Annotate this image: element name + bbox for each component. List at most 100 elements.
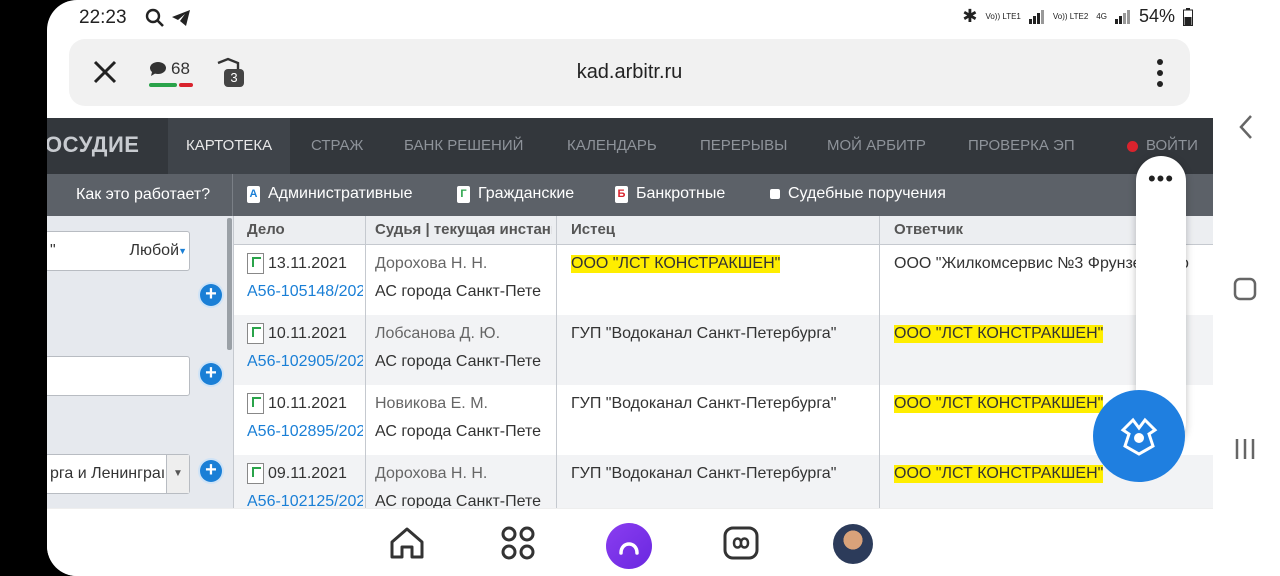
browser-bottom-bar <box>47 508 1213 576</box>
url-text[interactable]: kad.arbitr.ru <box>69 61 1190 84</box>
add-participant-button[interactable]: + <box>200 284 222 306</box>
filter-administrative-label: Административные <box>268 185 413 202</box>
chevron-down-icon: ▼ <box>178 246 187 256</box>
plaintiff-name[interactable]: ГУП "Водоканал Санкт-Петербурга" <box>571 465 836 483</box>
more-vert-icon[interactable] <box>1154 57 1166 89</box>
nav-bank-resheniy[interactable]: БАНК РЕШЕНИЙ <box>404 137 523 154</box>
case-date: 10.11.2021 <box>268 325 347 342</box>
defendant-name[interactable]: ООО "ЛСТ КОНСТРАКШЕН" <box>894 395 1104 413</box>
nav-kartoteka[interactable]: КАРТОТЕКА <box>168 118 291 174</box>
administrative-icon: А <box>247 185 260 203</box>
nav-proverka-ep[interactable]: ПРОВЕРКА ЭП <box>968 137 1075 154</box>
bluetooth-icon: ✱ <box>962 6 978 26</box>
login-label: ВОЙТИ <box>1146 137 1198 154</box>
court-name: АС города Санкт-Петербурга <box>375 283 542 300</box>
login-link[interactable]: ВОЙТИ <box>1127 137 1198 154</box>
tabs-switcher-icon[interactable] <box>721 523 761 563</box>
participant-role-select[interactable]: " Любой ▼ <box>47 231 190 271</box>
civil-icon: Г <box>457 185 470 203</box>
civil-case-icon <box>247 253 264 274</box>
case-date: 13.11.2021 <box>268 255 347 272</box>
nav-pereryvy[interactable]: ПЕРЕРЫВЫ <box>700 137 787 154</box>
col-case[interactable]: Дело <box>247 221 285 238</box>
filter-bankruptcy[interactable]: Б Банкротные <box>615 185 725 203</box>
site-logo[interactable]: ОСУДИЕ <box>47 132 139 158</box>
back-icon[interactable] <box>1213 112 1280 142</box>
court-select-value: рга и Ленинграı <box>50 465 166 482</box>
filter-administrative[interactable]: А Административные <box>247 185 413 203</box>
system-nav-bar <box>1213 0 1280 576</box>
search-icon <box>145 8 164 27</box>
nav-moy-arbitr[interactable]: МОЙ АРБИТР <box>827 137 926 154</box>
case-date: 09.11.2021 <box>268 465 347 482</box>
checkbox-icon <box>770 189 780 199</box>
field-value: " <box>50 242 56 259</box>
court-name: АС города Санкт-Петербурга <box>375 353 542 370</box>
phone-screen: 22:23 ✱ Vo)) LTE1 Vo)) LTE2 4G 54% 68 3 … <box>47 0 1213 576</box>
status-notification-icons <box>145 8 191 28</box>
table-row[interactable]: 10.11.2021 А56-102905/2021 Лобсанова Д. Ю.… <box>234 315 1213 386</box>
status-bar: 22:23 ✱ Vo)) LTE1 Vo)) LTE2 4G 54% <box>47 0 1213 34</box>
divider <box>365 216 366 508</box>
status-time: 22:23 <box>79 7 127 28</box>
nav-calendar[interactable]: КАЛЕНДАРЬ <box>567 137 657 154</box>
recent-apps-icon[interactable] <box>1213 434 1280 464</box>
lte2-label: Vo)) LTE2 <box>1052 12 1089 21</box>
nav-strazh[interactable]: СТРАЖ <box>311 137 363 154</box>
lte1-label: Vo)) LTE1 <box>985 12 1021 21</box>
apps-grid-icon[interactable] <box>498 523 538 563</box>
login-dot-icon <box>1127 140 1138 152</box>
more-icon[interactable]: ••• <box>1136 166 1186 192</box>
add-court-button[interactable]: + <box>200 460 222 482</box>
divider <box>879 216 880 508</box>
col-plaintiff[interactable]: Истец <box>571 221 615 238</box>
court-orders-label: Судебные поручения <box>788 185 946 202</box>
court-name: АС города Санкт-Петербурга <box>375 423 542 440</box>
battery-percent: 54% <box>1138 6 1175 26</box>
plaintiff-name[interactable]: ГУП "Водоканал Санкт-Петербурга" <box>571 395 836 413</box>
judge-name: Новикова Е. М. <box>375 395 488 412</box>
website-content: ОСУДИЕ КАРТОТЕКА СТРАЖ БАНК РЕШЕНИЙ КАЛЕ… <box>47 118 1213 526</box>
plaintiff-name[interactable]: ООО "ЛСТ КОНСТРАКШЕН" <box>571 255 781 273</box>
avatar[interactable] <box>833 524 873 564</box>
add-judge-button[interactable]: + <box>200 363 222 385</box>
bankruptcy-icon: Б <box>615 185 628 203</box>
plaintiff-name[interactable]: ГУП "Водоканал Санкт-Петербурга" <box>571 325 836 343</box>
civil-case-icon <box>247 393 264 414</box>
case-number-link[interactable]: А56-102905/2021 <box>247 353 363 371</box>
filter-civil-label: Гражданские <box>478 185 575 202</box>
defendant-name[interactable]: ООО "ЛСТ КОНСТРАКШЕН" <box>894 325 1104 343</box>
col-defendant[interactable]: Ответчик <box>894 221 963 238</box>
emblem-icon[interactable] <box>1093 390 1185 482</box>
judge-name: Дорохова Н. Н. <box>375 465 488 482</box>
court-select[interactable]: рга и Ленинграı ▼ <box>47 454 190 494</box>
divider <box>556 216 557 508</box>
table-header: Дело Судья | текущая инстанция Истец Отв… <box>234 216 1213 245</box>
table-row[interactable]: 10.11.2021 А56-102895/2021 Новикова Е. М. А… <box>234 385 1213 456</box>
judge-name: Дорохова Н. Н. <box>375 255 488 272</box>
divider <box>232 174 233 216</box>
judge-name: Лобсанова Д. Ю. <box>375 325 501 342</box>
col-judge[interactable]: Судья | текущая инстанция <box>375 221 552 238</box>
filter-civil[interactable]: Г Гражданские <box>457 185 574 203</box>
case-date: 10.11.2021 <box>268 395 347 412</box>
browser-url-bar: 68 3 kad.arbitr.ru <box>69 39 1190 106</box>
signal-icon <box>1028 9 1044 24</box>
defendant-name[interactable]: ООО "ЛСТ КОНСТРАКШЕН" <box>894 465 1104 483</box>
help-link[interactable]: Как это работает? <box>76 186 210 204</box>
telegram-icon <box>172 10 190 26</box>
table-row[interactable]: 13.11.2021 А56-105148/2021 Дорохова Н. Н. А… <box>234 245 1213 316</box>
court-orders-checkbox[interactable]: Судебные поручения <box>770 185 946 203</box>
cases-table: Дело Судья | текущая инстанция Истец Отв… <box>234 216 1213 526</box>
case-number-link[interactable]: А56-105148/2021 <box>247 283 363 301</box>
eagle-emblem-icon <box>1120 417 1158 456</box>
home-button-icon[interactable] <box>1213 274 1280 304</box>
case-number-link[interactable]: А56-102895/2021 <box>247 423 363 441</box>
panel-scrollbar[interactable] <box>227 218 232 350</box>
role-select-value: Любой <box>129 242 180 259</box>
judge-input[interactable] <box>47 356 190 396</box>
home-icon[interactable] <box>387 523 427 563</box>
civil-case-icon <box>247 463 264 484</box>
alice-assistant-button[interactable] <box>606 523 652 569</box>
civil-case-icon <box>247 323 264 344</box>
